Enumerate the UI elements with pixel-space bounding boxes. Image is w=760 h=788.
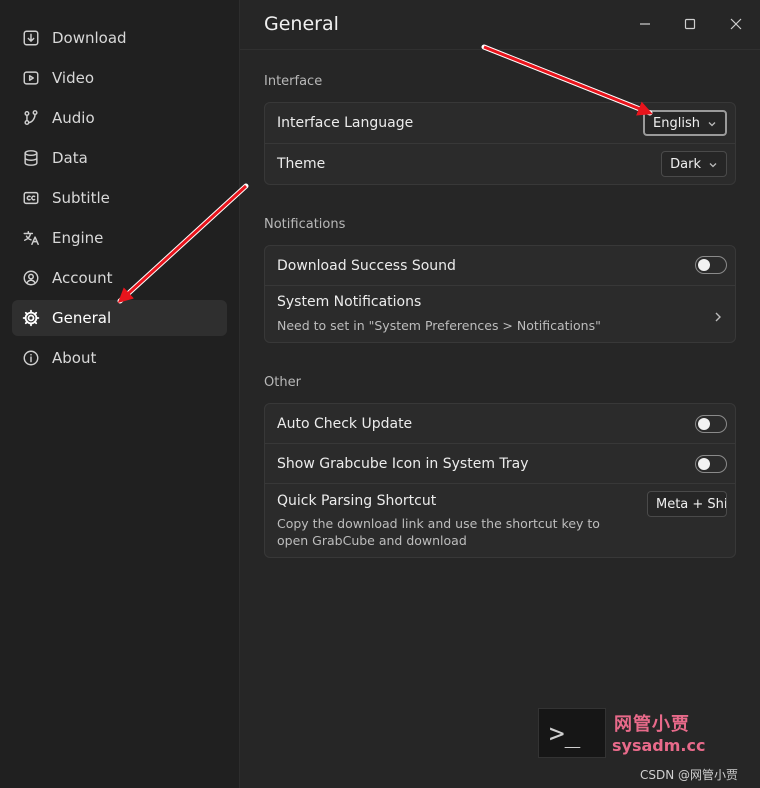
sidebar-item-account[interactable]: Account [12, 260, 227, 296]
video-icon [21, 68, 41, 88]
section-label-interface: Interface [264, 74, 323, 89]
gear-icon [21, 308, 41, 328]
download-success-sound-label: Download Success Sound [277, 258, 456, 274]
system-tray-row: Show Grabcube Icon in System Tray [265, 444, 735, 484]
toggle-knob [698, 458, 710, 470]
system-notifications-desc: Need to set in "System Preferences > Not… [277, 318, 601, 333]
minimize-icon [640, 23, 650, 25]
sidebar-nav: Download Video Audio Data Subtitle Engin… [12, 20, 227, 380]
quick-parsing-shortcut-row: Quick Parsing Shortcut Copy the download… [265, 484, 735, 557]
subtitle-icon [21, 188, 41, 208]
chevron-down-icon [707, 118, 717, 128]
theme-row: Theme Dark [265, 144, 735, 184]
watermark-prompt: >_ [549, 719, 581, 749]
sidebar-item-label: Subtitle [52, 189, 110, 207]
notifications-card: Download Success Sound System Notificati… [264, 245, 736, 343]
watermark-csdn: CSDN @网管小贾 [640, 768, 739, 782]
maximize-button[interactable] [680, 14, 700, 34]
minimize-button[interactable] [635, 14, 655, 34]
sidebar-item-label: About [52, 349, 97, 367]
audio-icon [21, 108, 41, 128]
interface-language-row: Interface Language English [265, 103, 735, 144]
download-icon [21, 28, 41, 48]
theme-label: Theme [277, 156, 326, 172]
quick-parsing-shortcut-input[interactable]: Meta + Shi [647, 491, 727, 517]
quick-parsing-shortcut-label: Quick Parsing Shortcut [277, 493, 437, 509]
system-notifications-label: System Notifications [277, 294, 422, 310]
sidebar-item-video[interactable]: Video [12, 60, 227, 96]
section-label-notifications: Notifications [264, 217, 346, 232]
watermark-url: sysadm.cc [612, 736, 706, 755]
sidebar-item-label: Engine [52, 229, 104, 247]
theme-value: Dark [670, 156, 701, 172]
sidebar-item-audio[interactable]: Audio [12, 100, 227, 136]
sidebar-item-general[interactable]: General [12, 300, 227, 336]
interface-card: Interface Language English Theme Dark [264, 102, 736, 185]
quick-parsing-shortcut-desc: Copy the download link and use the short… [277, 516, 600, 548]
translate-icon [21, 228, 41, 248]
close-button[interactable] [726, 14, 746, 34]
info-icon [21, 348, 41, 368]
sidebar-item-data[interactable]: Data [12, 140, 227, 176]
toggle-knob [698, 259, 710, 271]
sidebar-item-label: Audio [52, 109, 95, 127]
sidebar-item-label: Account [52, 269, 113, 287]
download-success-sound-row: Download Success Sound [265, 246, 735, 286]
toggle-knob [698, 418, 710, 430]
chevron-down-icon [708, 159, 718, 169]
sidebar-item-label: Video [52, 69, 95, 87]
close-icon [730, 18, 742, 30]
sidebar-item-label: Download [52, 29, 127, 47]
sidebar-item-about[interactable]: About [12, 340, 227, 376]
system-tray-label: Show Grabcube Icon in System Tray [277, 456, 529, 472]
download-success-sound-toggle[interactable] [695, 256, 727, 274]
sidebar-item-download[interactable]: Download [12, 20, 227, 56]
maximize-icon [684, 18, 696, 30]
interface-language-value: English [653, 115, 700, 131]
sidebar-item-label: Data [52, 149, 88, 167]
interface-language-select[interactable]: English [643, 110, 727, 136]
system-tray-toggle[interactable] [695, 455, 727, 473]
other-card: Auto Check Update Show Grabcube Icon in … [264, 403, 736, 558]
system-notifications-row[interactable]: System Notifications Need to set in "Sys… [265, 286, 735, 342]
auto-check-update-label: Auto Check Update [277, 416, 413, 432]
main-panel: General Interface Interface Language Eng… [240, 0, 760, 788]
watermark-cn-text: 网管小贾 [614, 714, 690, 735]
theme-select[interactable]: Dark [661, 151, 727, 177]
chevron-right-icon [713, 308, 723, 322]
title-bar: General [240, 0, 760, 50]
section-label-other: Other [264, 375, 301, 390]
page-title: General [264, 13, 339, 35]
sidebar-item-engine[interactable]: Engine [12, 220, 227, 256]
sidebar-item-subtitle[interactable]: Subtitle [12, 180, 227, 216]
watermark-terminal: >_ [538, 708, 606, 758]
auto-check-update-toggle[interactable] [695, 415, 727, 433]
database-icon [21, 148, 41, 168]
auto-check-update-row: Auto Check Update [265, 404, 735, 444]
interface-language-label: Interface Language [277, 115, 414, 131]
account-icon [21, 268, 41, 288]
sidebar: Download Video Audio Data Subtitle Engin… [0, 0, 240, 788]
sidebar-item-label: General [52, 309, 112, 327]
